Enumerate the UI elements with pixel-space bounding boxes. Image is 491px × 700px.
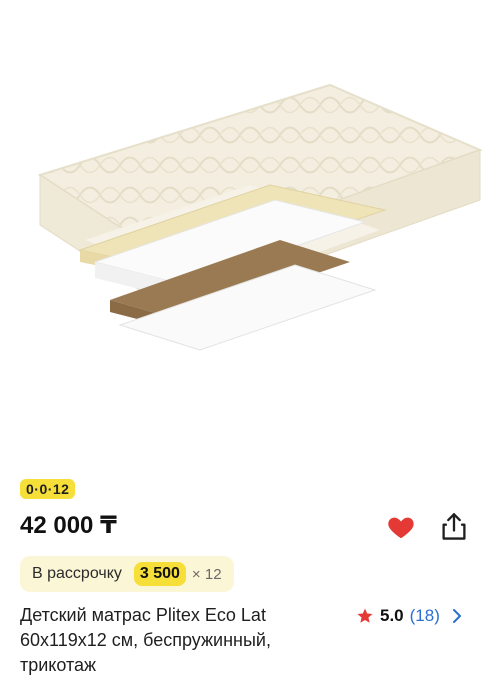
heart-icon: [388, 517, 414, 539]
review-count[interactable]: (18): [410, 606, 440, 626]
product-image[interactable]: [0, 0, 491, 470]
share-icon: [442, 513, 466, 540]
installment-label: В рассрочку: [32, 565, 122, 582]
product-price: 42 000 ₸: [20, 512, 117, 539]
installment-term: × 12: [191, 565, 222, 583]
installment-badge: 0·0·12: [20, 479, 76, 499]
installment-block[interactable]: В рассрочку 3 500 × 12: [20, 556, 234, 592]
favorite-button[interactable]: [386, 512, 416, 542]
product-title: Детский матрас Plitex Eco Lat 60x119x12 …: [20, 605, 271, 675]
rating-score: 5.0: [380, 606, 404, 625]
star-icon: [357, 608, 373, 623]
installment-amount: 3 500: [133, 562, 186, 586]
rating-summary[interactable]: 5.0 (18): [356, 606, 462, 626]
chevron-right-icon: [452, 609, 461, 623]
share-button[interactable]: [440, 512, 468, 542]
mattress-illustration: [37, 83, 483, 351]
